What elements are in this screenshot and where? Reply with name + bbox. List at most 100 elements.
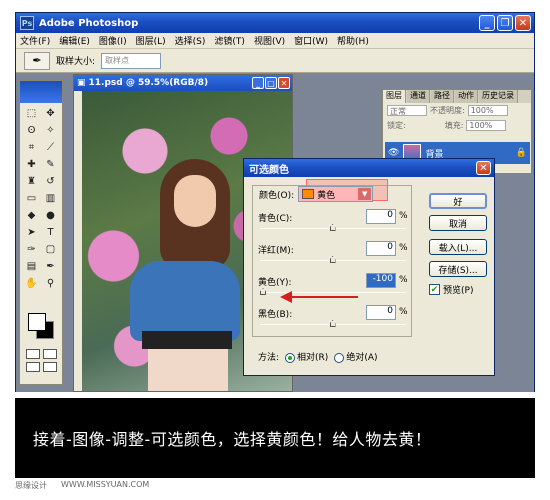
checkmark-icon[interactable]: ✔ — [429, 284, 440, 295]
photo-face — [174, 175, 216, 227]
doc-close-button[interactable]: ✕ — [278, 77, 290, 89]
color-label: 颜色(O): — [259, 190, 295, 201]
yellow-unit: % — [399, 275, 408, 285]
eraser-tool-icon[interactable]: ▭ — [23, 191, 40, 206]
tab-channels[interactable]: 通道 — [407, 90, 430, 103]
type-tool-icon[interactable]: T — [42, 225, 59, 240]
absolute-radio-icon[interactable] — [334, 352, 345, 363]
menu-file[interactable]: 文件(F) — [20, 34, 50, 47]
relative-label: 相对(R) — [297, 353, 329, 363]
method-row: 方法: 相对(R) 绝对(A) — [258, 350, 378, 363]
preview-label: 预览(P) — [443, 286, 474, 296]
menu-help[interactable]: 帮助(H) — [337, 34, 369, 47]
color-select-value: 黄色 — [317, 190, 336, 201]
stamp-tool-icon[interactable]: ♜ — [23, 174, 40, 189]
tab-history[interactable]: 历史记录 — [479, 90, 518, 103]
yellow-label: 黄色(Y): — [258, 278, 292, 288]
opacity-label: 不透明度: — [430, 106, 465, 115]
dodge-tool-icon[interactable]: ● — [42, 208, 59, 223]
black-label: 黑色(B): — [258, 310, 293, 320]
eyedropper-icon[interactable]: ✒ — [42, 259, 59, 274]
ok-button[interactable]: 好 — [429, 193, 487, 209]
toolbox: ⬚ ✥ ʘ ✧ ⌗ ⟋ ✚ ✎ ♜ ↺ ▭ ▥ ◆ ● ➤ T ✑ ▢ ▤ ✒ … — [19, 80, 63, 385]
path-select-icon[interactable]: ➤ — [23, 225, 40, 240]
magic-wand-icon[interactable]: ✧ — [42, 123, 59, 138]
tab-paths[interactable]: 路径 — [431, 90, 454, 103]
healing-brush-icon[interactable]: ✚ — [23, 157, 40, 172]
fullscreen-mode-icon[interactable] — [43, 362, 57, 372]
gradient-tool-icon[interactable]: ▥ — [42, 191, 59, 206]
standard-mode-icon[interactable] — [26, 349, 40, 359]
opacity-input[interactable]: 100% — [467, 105, 508, 116]
menu-filter[interactable]: 滤镜(T) — [214, 34, 245, 47]
crop-tool-icon[interactable]: ⌗ — [23, 140, 40, 155]
zoom-tool-icon[interactable]: ⚲ — [42, 276, 59, 291]
menu-edit[interactable]: 编辑(E) — [59, 34, 90, 47]
eye-icon[interactable]: 👁 — [388, 148, 399, 158]
blur-tool-icon[interactable]: ◆ — [23, 208, 40, 223]
close-button[interactable]: ✕ — [515, 15, 531, 31]
foreground-color-swatch[interactable] — [28, 313, 46, 331]
restore-button[interactable]: ❐ — [497, 15, 513, 31]
window-title: Adobe Photoshop — [39, 17, 139, 29]
preview-checkbox[interactable]: ✔ 预览(P) — [429, 283, 473, 296]
pen-tool-icon[interactable]: ✑ — [23, 242, 40, 257]
blend-mode-select[interactable]: 正常 — [387, 105, 427, 116]
document-title: 11.psd @ 59.5%(RGB/8) — [88, 78, 209, 88]
shape-tool-icon[interactable]: ▢ — [42, 242, 59, 257]
quickmask-mode-icon[interactable] — [43, 349, 57, 359]
toolbox-header — [20, 81, 62, 103]
menu-view[interactable]: 视图(V) — [254, 34, 285, 47]
absolute-radio[interactable]: 绝对(A) — [334, 350, 378, 363]
red-arrow-icon — [280, 291, 358, 303]
menu-select[interactable]: 选择(S) — [175, 34, 206, 47]
lasso-tool-icon[interactable]: ʘ — [23, 123, 40, 138]
relative-radio[interactable]: 相对(R) — [285, 350, 328, 363]
magenta-label: 洋红(M): — [258, 246, 294, 256]
menu-image[interactable]: 图像(I) — [99, 34, 127, 47]
chevron-down-icon[interactable]: ▼ — [358, 188, 372, 200]
notes-tool-icon[interactable]: ▤ — [23, 259, 40, 274]
minimize-button[interactable]: _ — [479, 15, 495, 31]
yellow-input[interactable]: -100 — [366, 273, 396, 288]
magenta-input[interactable]: 0 — [366, 241, 396, 256]
fill-label: 填充: — [444, 121, 464, 130]
menu-window[interactable]: 窗口(W) — [294, 34, 328, 47]
doc-maximize-button[interactable]: □ — [265, 77, 277, 89]
dialog-close-button[interactable]: ✕ — [476, 161, 491, 175]
relative-radio-icon[interactable] — [285, 352, 296, 363]
color-select[interactable]: 黄色 ▼ — [298, 186, 374, 202]
black-unit: % — [399, 307, 408, 317]
brush-tool-icon[interactable]: ✎ — [42, 157, 59, 172]
sample-size-select[interactable]: 取样点 — [101, 52, 162, 69]
doc-minimize-button[interactable]: _ — [252, 77, 264, 89]
tab-actions[interactable]: 动作 — [455, 90, 478, 103]
menu-layer[interactable]: 图层(L) — [136, 34, 166, 47]
move-tool-icon[interactable]: ✥ — [42, 106, 59, 121]
slice-tool-icon[interactable]: ⟋ — [42, 140, 59, 155]
absolute-label: 绝对(A) — [346, 353, 378, 363]
fill-input[interactable]: 100% — [466, 120, 507, 131]
cyan-label: 青色(C): — [258, 214, 293, 224]
menubar: 文件(F) 编辑(E) 图像(I) 图层(L) 选择(S) 滤镜(T) 视图(V… — [16, 33, 534, 49]
sample-size-label: 取样大小: — [56, 57, 96, 67]
photoshop-icon: Ps — [20, 16, 34, 30]
marquee-tool-icon[interactable]: ⬚ — [23, 106, 40, 121]
history-brush-icon[interactable]: ↺ — [42, 174, 59, 189]
screen-mode-icon[interactable] — [26, 362, 40, 372]
footer-url: WWW.MISSYUAN.COM — [61, 480, 150, 489]
window-titlebar: Ps Adobe Photoshop _ ❐ ✕ — [16, 13, 534, 33]
eyedropper-tool-icon[interactable]: ✒ — [24, 51, 50, 70]
tutorial-frame: Ps Adobe Photoshop _ ❐ ✕ 文件(F) 编辑(E) 图像(… — [0, 0, 550, 500]
hand-tool-icon[interactable]: ✋ — [23, 276, 40, 291]
tab-layers[interactable]: 图层 — [383, 90, 406, 103]
document-titlebar: ▣ 11.psd @ 59.5%(RGB/8) _ □ ✕ — [74, 75, 292, 91]
black-input[interactable]: 0 — [366, 305, 396, 320]
footer: 思缘设计 WWW.MISSYUAN.COM — [15, 480, 535, 494]
save-button[interactable]: 存储(S)... — [429, 261, 487, 277]
cancel-button[interactable]: 取消 — [429, 215, 487, 231]
cyan-input[interactable]: 0 — [366, 209, 396, 224]
lock-label: 锁定: — [387, 121, 406, 130]
load-button[interactable]: 载入(L)... — [429, 239, 487, 255]
method-label: 方法: — [258, 353, 280, 363]
